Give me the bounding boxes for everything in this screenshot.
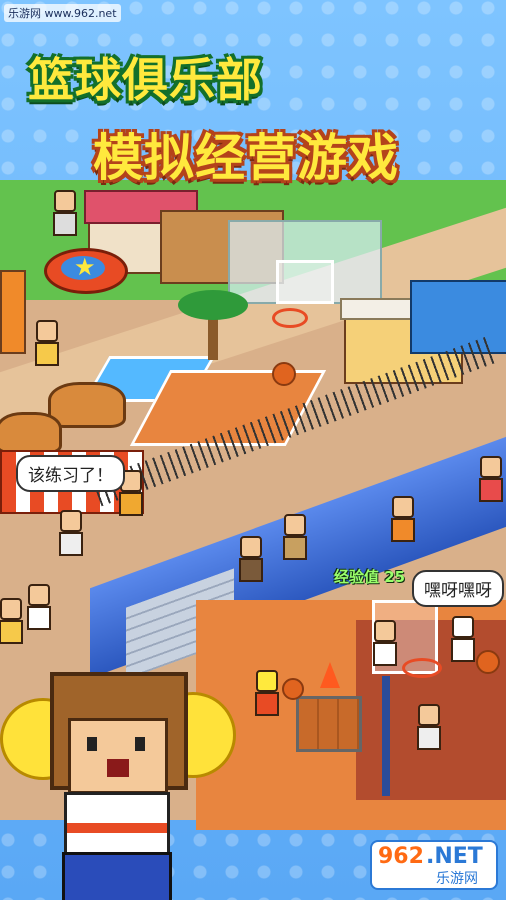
player-character <box>391 496 415 542</box>
player-character <box>283 514 307 560</box>
hoop-pole <box>382 676 390 796</box>
basketball-rim-bottom <box>402 658 442 678</box>
cheerleader-skirt <box>62 852 172 900</box>
basketball <box>272 362 296 386</box>
basketball <box>282 678 304 700</box>
palm-tree <box>178 280 248 360</box>
spectator-character <box>0 598 23 644</box>
training-cone <box>320 662 340 688</box>
speech-bubble-heave-ho: 嘿呀嘿呀 <box>412 570 504 607</box>
star-icon: ★ <box>74 253 96 281</box>
basketball-backboard-top <box>276 260 334 304</box>
site-logo: 962 .NET 乐游网 <box>370 840 498 890</box>
basketball <box>476 650 500 674</box>
player-character <box>479 456 503 502</box>
spectator-character <box>27 584 51 630</box>
game-screenshot: ★ 该练习了！ 嘿呀嘿呀 经验值 25 篮球俱乐部 模拟经营游戏 乐游网 www… <box>0 0 506 900</box>
watermark: 乐游网 www.962.net <box>4 4 121 22</box>
player-character <box>59 510 83 556</box>
player-character <box>35 320 59 366</box>
logo-suffix: .NET <box>426 844 483 869</box>
player-character <box>255 670 279 716</box>
cheerleader-face <box>68 718 168 794</box>
dog-mascot <box>451 616 475 662</box>
player-character <box>373 620 397 666</box>
player-character <box>239 536 263 582</box>
title-line-1: 篮球俱乐部 <box>28 53 263 107</box>
title-line-2: 模拟经营游戏 <box>93 129 399 187</box>
cheerleader-shirt <box>64 792 170 858</box>
player-character <box>417 704 441 750</box>
basketball-rim-top <box>272 308 308 328</box>
exp-gain-label: 经验值 25 <box>334 568 406 586</box>
star-platform: ★ <box>44 248 128 294</box>
logo-chinese: 乐游网 <box>436 871 478 887</box>
speech-bubble-practice: 该练习了！ <box>16 455 125 492</box>
burger-sign-2 <box>0 412 62 454</box>
blue-building <box>410 280 506 354</box>
logo-number: 962 <box>378 844 424 869</box>
cheerleader-character <box>0 658 236 900</box>
orange-kiosk <box>0 270 26 354</box>
player-character <box>53 190 77 236</box>
ball-cart <box>296 696 362 752</box>
